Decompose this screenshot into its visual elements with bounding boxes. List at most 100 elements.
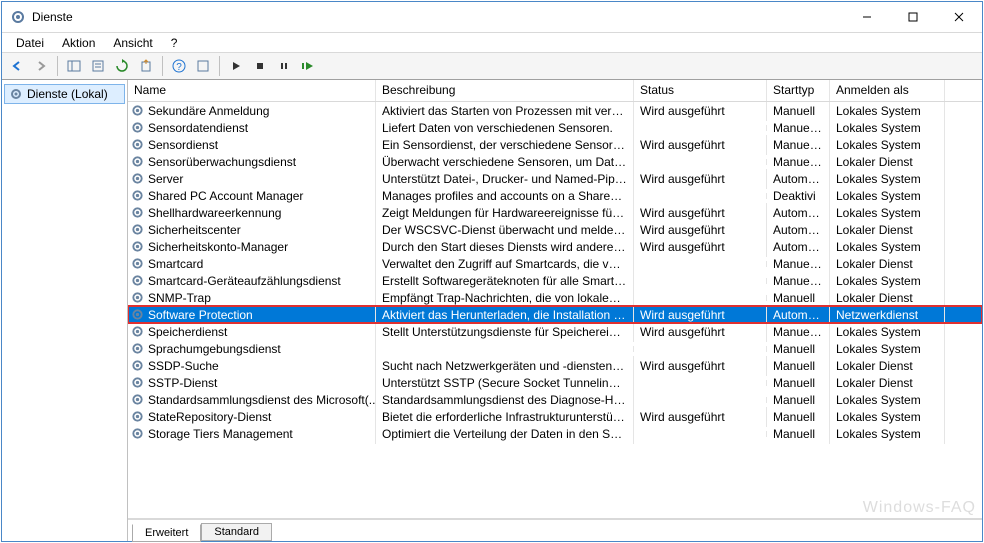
service-row[interactable]: Speicherdienst Stellt Unterstützungsdiens… [128,323,982,340]
gear-icon [130,359,144,373]
list-body[interactable]: Sekundäre AnmeldungAktiviert das Starten… [128,102,982,518]
service-name: Sensordatendienst [148,121,248,135]
service-row[interactable]: Software ProtectionAktiviert das Herunte… [128,306,982,323]
maximize-button[interactable] [890,2,936,32]
service-logon: Netzwerkdienst [830,305,945,325]
service-row[interactable]: Standardsammlungsdienst des Microsoft(..… [128,391,982,408]
service-row[interactable]: SensordienstEin Sensordienst, der versch… [128,136,982,153]
service-row[interactable]: ServerUnterstützt Datei-, Drucker- und N… [128,170,982,187]
service-row[interactable]: SensorüberwachungsdienstÜberwacht versch… [128,153,982,170]
service-name: Sicherheitscenter [148,223,241,237]
service-row[interactable]: SSTP-DienstUnterstützt SSTP (Secure Sock… [128,374,982,391]
tree-pane[interactable]: Dienste (Lokal) [2,80,128,541]
export-button[interactable] [135,55,157,77]
gear-icon [130,427,144,441]
gear-icon [130,121,144,135]
service-name: Standardsammlungsdienst des Microsoft(..… [148,393,376,407]
service-row[interactable]: Shared PC Account ManagerManages profile… [128,187,982,204]
service-name: Sprachumgebungsdienst [148,342,281,356]
service-row[interactable]: ShellhardwareerkennungZeigt Meldungen fü… [128,204,982,221]
service-row[interactable]: SprachumgebungsdienstManuellLokales Syst… [128,340,982,357]
gear-icon [130,223,144,237]
restart-service-button[interactable] [297,55,319,77]
service-status: Wird ausgeführt [634,305,767,325]
service-description: Stellt Unterstützungsdienste für Speiche… [376,322,634,342]
service-name: SSTP-Dienst [148,376,217,390]
service-logon: Lokales System [830,424,945,444]
service-status: Wird ausgeführt [634,102,767,121]
close-button[interactable] [936,2,982,32]
service-status [634,159,767,165]
service-name: Smartcard-Geräteaufzählungsdienst [148,274,341,288]
gear-icon [130,342,144,356]
forward-button[interactable] [30,55,52,77]
main-pane: Name Beschreibung Status Starttyp Anmeld… [128,80,982,541]
col-logon[interactable]: Anmelden als [830,80,945,101]
service-name: SNMP-Trap [148,291,211,305]
gear-icon [130,189,144,203]
col-status[interactable]: Status [634,80,767,101]
service-row[interactable]: SicherheitscenterDer WSCSVC-Dienst überw… [128,221,982,238]
refresh-button[interactable] [111,55,133,77]
service-name: Shellhardwareerkennung [148,206,281,220]
service-row[interactable]: SNMP-TrapEmpfängt Trap-Nachrichten, die … [128,289,982,306]
gear-icon [130,410,144,424]
service-row[interactable]: Sicherheitskonto-ManagerDurch den Start … [128,238,982,255]
service-row[interactable]: SensordatendienstLiefert Daten von versc… [128,119,982,136]
tab-standard[interactable]: Standard [201,523,272,541]
service-row[interactable]: SSDP-SucheSucht nach Netzwerkgeräten und… [128,357,982,374]
stop-service-button[interactable] [249,55,271,77]
service-name: Sensordienst [148,138,218,152]
gear-icon [130,393,144,407]
service-row[interactable]: Sekundäre AnmeldungAktiviert das Starten… [128,102,982,119]
back-button[interactable] [6,55,28,77]
action-button[interactable] [192,55,214,77]
minimize-button[interactable] [844,2,890,32]
content-area: Dienste (Lokal) Name Beschreibung Status… [2,80,982,541]
service-name: SSDP-Suche [148,359,219,373]
svg-text:?: ? [176,62,182,73]
service-status [634,125,767,131]
service-status: Wird ausgeführt [634,407,767,427]
service-name: StateRepository-Dienst [148,410,271,424]
gear-icon [130,257,144,271]
col-starttype[interactable]: Starttyp [767,80,830,101]
window: Dienste Datei Aktion Ansicht ? ? [1,1,983,542]
start-service-button[interactable] [225,55,247,77]
service-list[interactable]: Name Beschreibung Status Starttyp Anmeld… [128,80,982,519]
menu-view[interactable]: Ansicht [105,34,160,52]
service-status [634,346,767,352]
gear-icon [130,206,144,220]
service-row[interactable]: Storage Tiers ManagementOptimiert die Ve… [128,425,982,442]
app-icon [10,9,26,25]
col-description[interactable]: Beschreibung [376,80,634,101]
service-status: Wird ausgeführt [634,237,767,257]
service-starttype: Manuell [767,424,830,444]
titlebar: Dienste [2,2,982,32]
service-name: Speicherdienst [148,325,227,339]
service-row[interactable]: StateRepository-DienstBietet die erforde… [128,408,982,425]
gear-icon [130,376,144,390]
menu-help[interactable]: ? [163,34,186,52]
service-status [634,431,767,437]
help-button[interactable]: ? [168,55,190,77]
toolbar: ? [2,52,982,80]
gear-icon [130,325,144,339]
gear-icon [130,308,144,322]
service-row[interactable]: SmartcardVerwaltet den Zugriff auf Smart… [128,255,982,272]
service-status [634,380,767,386]
properties-button[interactable] [87,55,109,77]
col-name[interactable]: Name [128,80,376,101]
menu-file[interactable]: Datei [8,34,52,52]
menu-action[interactable]: Aktion [54,34,103,52]
pause-service-button[interactable] [273,55,295,77]
tree-root-item[interactable]: Dienste (Lokal) [4,84,125,104]
service-row[interactable]: Smartcard-GeräteaufzählungsdienstErstell… [128,272,982,289]
tab-extended[interactable]: Erweitert [132,524,201,542]
service-status [634,261,767,267]
service-status [634,295,767,301]
menubar: Datei Aktion Ansicht ? [2,32,982,52]
show-hide-tree-button[interactable] [63,55,85,77]
service-name: Shared PC Account Manager [148,189,303,203]
gear-icon [130,155,144,169]
